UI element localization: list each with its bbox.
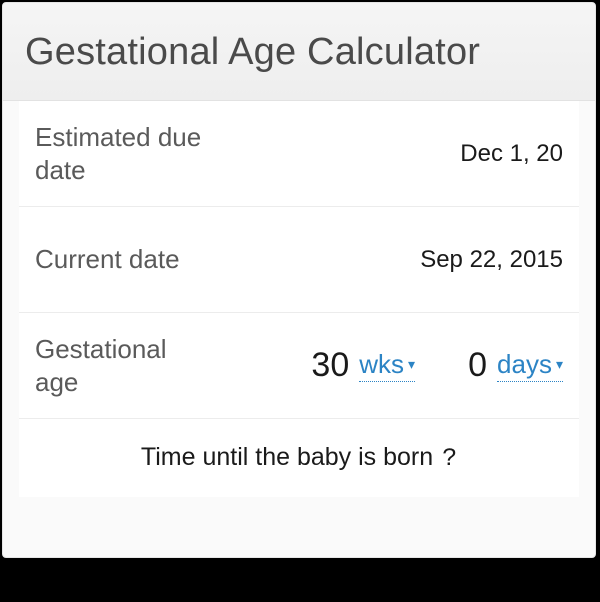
days-unit-select[interactable]: days ▾ — [497, 349, 563, 382]
footer-note: Time until the baby is born ? — [19, 419, 579, 497]
row-gestational-age: Gestational age 30 wks ▾ 0 days ▾ — [19, 313, 579, 419]
gestational-age-label: Gestational age — [35, 333, 215, 398]
weeks-unit-select[interactable]: wks ▾ — [359, 349, 415, 382]
card-header: Gestational Age Calculator — [3, 3, 595, 101]
weeks-value[interactable]: 30 — [301, 346, 353, 385]
due-date-label: Estimated due date — [35, 121, 215, 186]
current-date-value[interactable]: Sep 22, 2015 — [215, 246, 563, 274]
due-date-value[interactable]: Dec 1, 20 — [215, 140, 563, 168]
row-current-date: Current date Sep 22, 2015 — [19, 207, 579, 313]
current-date-label: Current date — [35, 243, 215, 276]
calculator-card: Gestational Age Calculator Estimated due… — [2, 2, 596, 558]
chevron-down-icon: ▾ — [408, 356, 415, 373]
days-value[interactable]: 0 — [439, 346, 491, 385]
page-title: Gestational Age Calculator — [25, 31, 573, 74]
days-unit-text: days — [497, 349, 552, 380]
row-due-date: Estimated due date Dec 1, 20 — [19, 101, 579, 207]
age-value-group: 30 wks ▾ 0 days ▾ — [215, 346, 563, 385]
help-icon[interactable]: ? — [442, 444, 457, 473]
weeks-unit-text: wks — [359, 349, 404, 380]
rows-container: Estimated due date Dec 1, 20 Current dat… — [19, 101, 579, 497]
chevron-down-icon: ▾ — [556, 356, 563, 373]
footer-text: Time until the baby is born — [141, 443, 433, 471]
